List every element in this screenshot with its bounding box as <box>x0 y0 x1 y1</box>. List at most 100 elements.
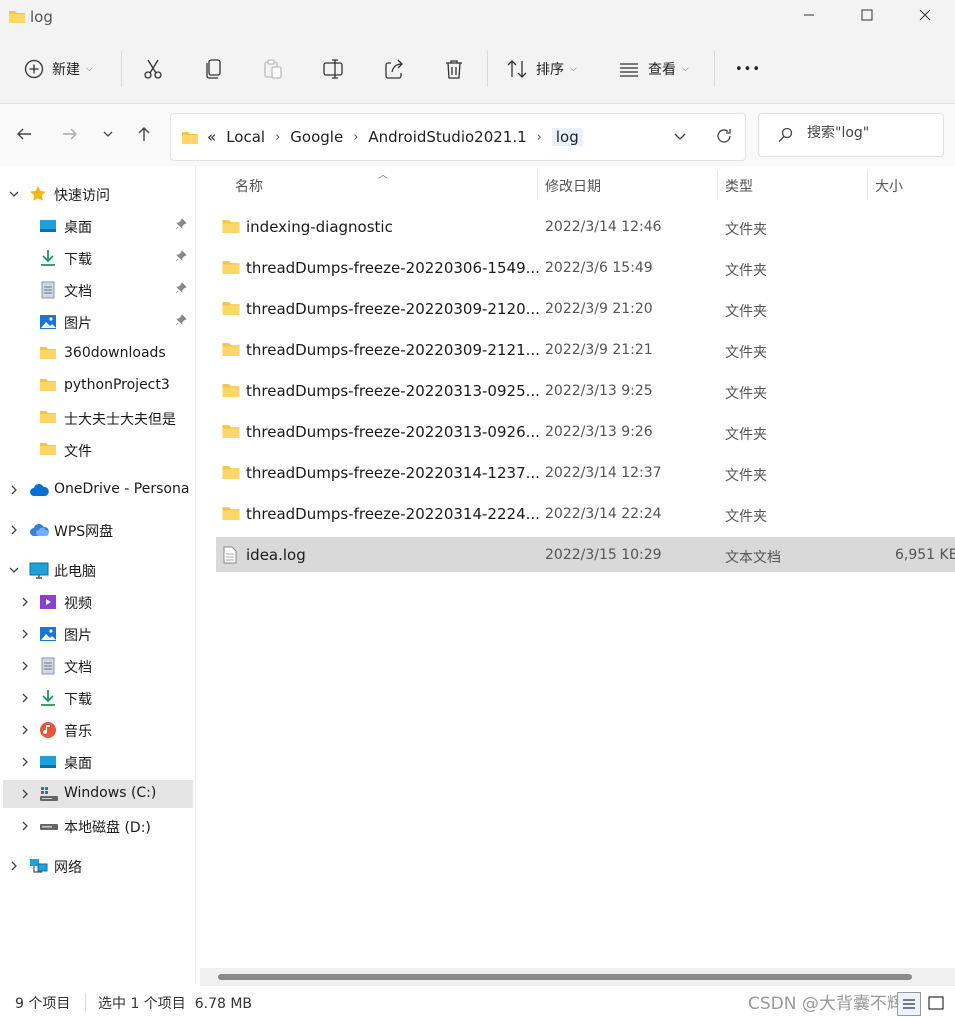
view-button[interactable]: 查看 ⌵ <box>618 52 689 86</box>
chevron-right-icon[interactable] <box>19 596 31 608</box>
windows-drive-icon <box>39 785 58 803</box>
horizontal-scrollbar[interactable] <box>200 968 955 986</box>
share-button[interactable] <box>383 52 405 86</box>
chevron-right-icon[interactable] <box>19 756 31 768</box>
scrollbar-thumb[interactable] <box>218 974 912 980</box>
address-history-button[interactable] <box>669 127 691 149</box>
file-type: 文件夹 <box>725 222 767 238</box>
sidebar-item-music[interactable]: 音乐 <box>0 716 195 744</box>
file-row[interactable]: indexing-diagnostic 2022/3/14 12:46 文件夹 <box>216 209 955 244</box>
recent-locations-button[interactable] <box>96 124 120 148</box>
new-button[interactable]: 新建 ⌵ <box>24 52 93 86</box>
sidebar-item-onedrive[interactable]: OneDrive - Persona <box>0 476 195 504</box>
sidebar-item-this-pc[interactable]: 此电脑 <box>0 556 195 584</box>
chevron-right-icon[interactable]: › <box>353 130 358 145</box>
sidebar-item-videos[interactable]: 视频 <box>0 588 195 616</box>
sidebar-item-pc-documents[interactable]: 文档 <box>0 652 195 680</box>
close-button[interactable] <box>896 0 954 34</box>
sidebar-item-wps[interactable]: WPS网盘 <box>0 516 195 544</box>
breadcrumb-androidstudio[interactable]: AndroidStudio2021.1 <box>368 128 526 146</box>
delete-button[interactable] <box>443 52 465 86</box>
column-divider[interactable] <box>717 170 718 200</box>
chevron-right-icon[interactable] <box>19 820 31 832</box>
tiles-view-button[interactable] <box>925 992 949 1016</box>
cut-button[interactable] <box>142 52 164 86</box>
pin-icon[interactable] <box>175 250 187 266</box>
file-row[interactable]: threadDumps-freeze-20220313-0925... 2022… <box>216 373 955 408</box>
sidebar-item-pythonproject3[interactable]: pythonProject3 <box>0 372 195 400</box>
chevron-right-icon[interactable] <box>19 628 31 640</box>
rename-button[interactable] <box>322 52 346 86</box>
sort-button[interactable]: 排序 ⌵ <box>506 52 577 86</box>
sidebar-item-documents[interactable]: 文档 <box>0 276 195 304</box>
forward-button[interactable] <box>58 124 82 148</box>
folder-icon <box>221 218 241 238</box>
breadcrumb-log[interactable]: log <box>551 128 583 146</box>
chevron-right-icon[interactable] <box>8 860 20 872</box>
sidebar-item-downloads[interactable]: 下载 <box>0 244 195 272</box>
file-name: threadDumps-freeze-20220309-2121... <box>246 341 540 359</box>
chevron-down-icon[interactable] <box>8 564 20 576</box>
star-icon <box>29 185 47 203</box>
sidebar-item-360downloads[interactable]: 360downloads <box>0 340 195 368</box>
search-box[interactable] <box>758 113 944 157</box>
maximize-button[interactable] <box>838 0 896 34</box>
minimize-button[interactable] <box>780 0 838 34</box>
chevron-right-icon[interactable] <box>19 660 31 672</box>
breadcrumb-overflow[interactable]: « <box>207 128 216 146</box>
search-input[interactable] <box>807 125 937 141</box>
details-view-button[interactable] <box>897 992 921 1016</box>
file-name: threadDumps-freeze-20220306-1549... <box>246 259 540 277</box>
column-header-size[interactable]: 大小 <box>875 176 903 196</box>
copy-button[interactable] <box>203 52 225 86</box>
file-row[interactable]: threadDumps-freeze-20220314-1237... 2022… <box>216 455 955 490</box>
sidebar-item-desktop[interactable]: 桌面 <box>0 212 195 240</box>
file-row[interactable]: threadDumps-freeze-20220309-2120... 2022… <box>216 291 955 326</box>
sidebar-item-files[interactable]: 文件 <box>0 436 195 464</box>
up-button[interactable] <box>132 124 156 148</box>
scissors-icon <box>142 58 164 80</box>
status-divider <box>85 993 86 1011</box>
sidebar-item-pc-desktop[interactable]: 桌面 <box>0 748 195 776</box>
breadcrumb-local[interactable]: Local <box>226 128 265 146</box>
chevron-right-icon[interactable] <box>19 788 31 800</box>
chevron-down-icon[interactable] <box>8 188 20 200</box>
column-header-type[interactable]: 类型 <box>725 176 753 196</box>
sidebar-item-local-disk-d[interactable]: 本地磁盘 (D:) <box>0 812 195 840</box>
sidebar-item-custom-folder[interactable]: 士大夫士大夫但是 <box>0 404 195 432</box>
chevron-right-icon[interactable]: › <box>537 130 542 145</box>
paste-button[interactable] <box>262 52 284 86</box>
back-button[interactable] <box>12 124 36 148</box>
sidebar-item-label: 此电脑 <box>54 564 96 580</box>
details-view-icon <box>898 999 920 1018</box>
column-header-name[interactable]: 名称 <box>235 176 263 196</box>
chevron-right-icon[interactable] <box>19 692 31 704</box>
refresh-button[interactable] <box>713 127 735 149</box>
desktop-icon <box>39 753 57 771</box>
file-row[interactable]: threadDumps-freeze-20220314-2224... 2022… <box>216 496 955 531</box>
sidebar-item-quick-access[interactable]: 快速访问 <box>0 180 195 208</box>
file-row[interactable]: threadDumps-freeze-20220306-1549... 2022… <box>216 250 955 285</box>
address-bar[interactable]: « Local › Google › AndroidStudio2021.1 ›… <box>170 113 746 161</box>
more-options-button[interactable]: ••• <box>735 52 761 86</box>
breadcrumb-google[interactable]: Google <box>290 128 343 146</box>
chevron-right-icon[interactable] <box>19 724 31 736</box>
file-row[interactable]: idea.log 2022/3/15 10:29 文本文档 6,951 KB <box>216 537 955 572</box>
column-divider[interactable] <box>537 170 538 200</box>
file-row[interactable]: threadDumps-freeze-20220309-2121... 2022… <box>216 332 955 367</box>
sidebar-item-pc-downloads[interactable]: 下载 <box>0 684 195 712</box>
chevron-right-icon[interactable] <box>8 484 20 496</box>
sidebar-item-pc-pictures[interactable]: 图片 <box>0 620 195 648</box>
sidebar-item-pictures[interactable]: 图片 <box>0 308 195 336</box>
chevron-right-icon[interactable]: › <box>275 130 280 145</box>
chevron-down-icon: ⌵ <box>570 64 577 74</box>
column-header-modified[interactable]: 修改日期 <box>545 176 601 196</box>
pin-icon[interactable] <box>175 314 187 330</box>
column-divider[interactable] <box>867 170 868 200</box>
sidebar-item-network[interactable]: 网络 <box>0 852 195 880</box>
file-row[interactable]: threadDumps-freeze-20220313-0926... 2022… <box>216 414 955 449</box>
chevron-right-icon[interactable] <box>8 524 20 536</box>
pin-icon[interactable] <box>175 282 187 298</box>
sidebar-item-windows-c[interactable]: Windows (C:) <box>3 780 193 808</box>
pin-icon[interactable] <box>175 218 187 234</box>
